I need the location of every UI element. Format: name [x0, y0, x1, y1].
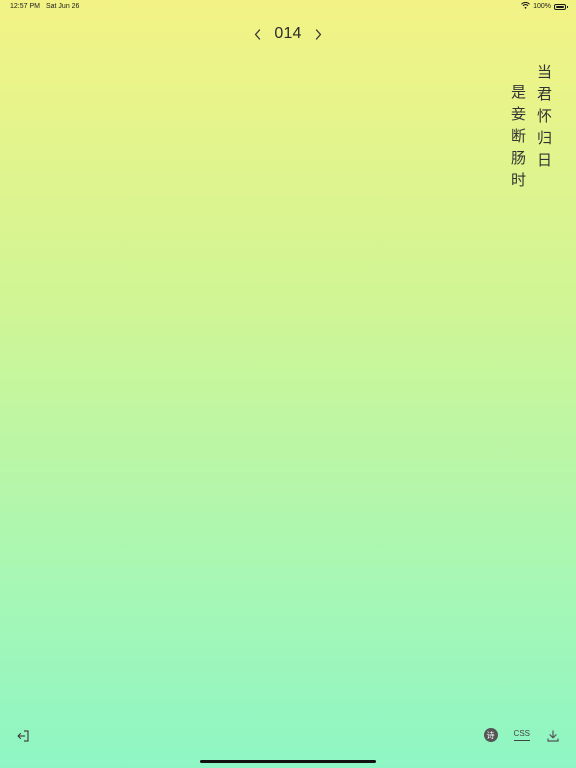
- download-icon: [547, 730, 559, 742]
- chevron-left-icon: [254, 28, 260, 40]
- status-bar-left: 12:57 PM Sat Jun 26: [10, 3, 79, 10]
- wifi-icon: [521, 1, 530, 11]
- css-tab[interactable]: CSS: [513, 729, 530, 741]
- home-indicator[interactable]: [200, 760, 376, 763]
- pager: 014: [0, 24, 576, 44]
- poem: 当君怀归日 是妾断肠时: [509, 64, 553, 194]
- exit-button[interactable]: [16, 728, 30, 742]
- prev-button[interactable]: [250, 24, 264, 44]
- poem-badge-button[interactable]: 诗: [483, 728, 498, 742]
- status-date: Sat Jun 26: [45, 3, 80, 10]
- battery-icon: [554, 3, 568, 10]
- status-bar-right: 100%: [521, 1, 568, 11]
- status-time: 12:57 PM: [10, 3, 40, 10]
- page-number: 014: [274, 25, 302, 42]
- download-button[interactable]: [546, 728, 560, 742]
- bottom-toolbar: 诗 CSS: [483, 728, 560, 742]
- battery-percent: 100%: [533, 3, 551, 10]
- next-button[interactable]: [312, 24, 326, 44]
- poem-line-2: 是妾断肠时: [509, 84, 527, 194]
- poem-line-1: 当君怀归日: [535, 64, 553, 174]
- exit-icon: [17, 730, 29, 742]
- chevron-right-icon: [315, 28, 322, 40]
